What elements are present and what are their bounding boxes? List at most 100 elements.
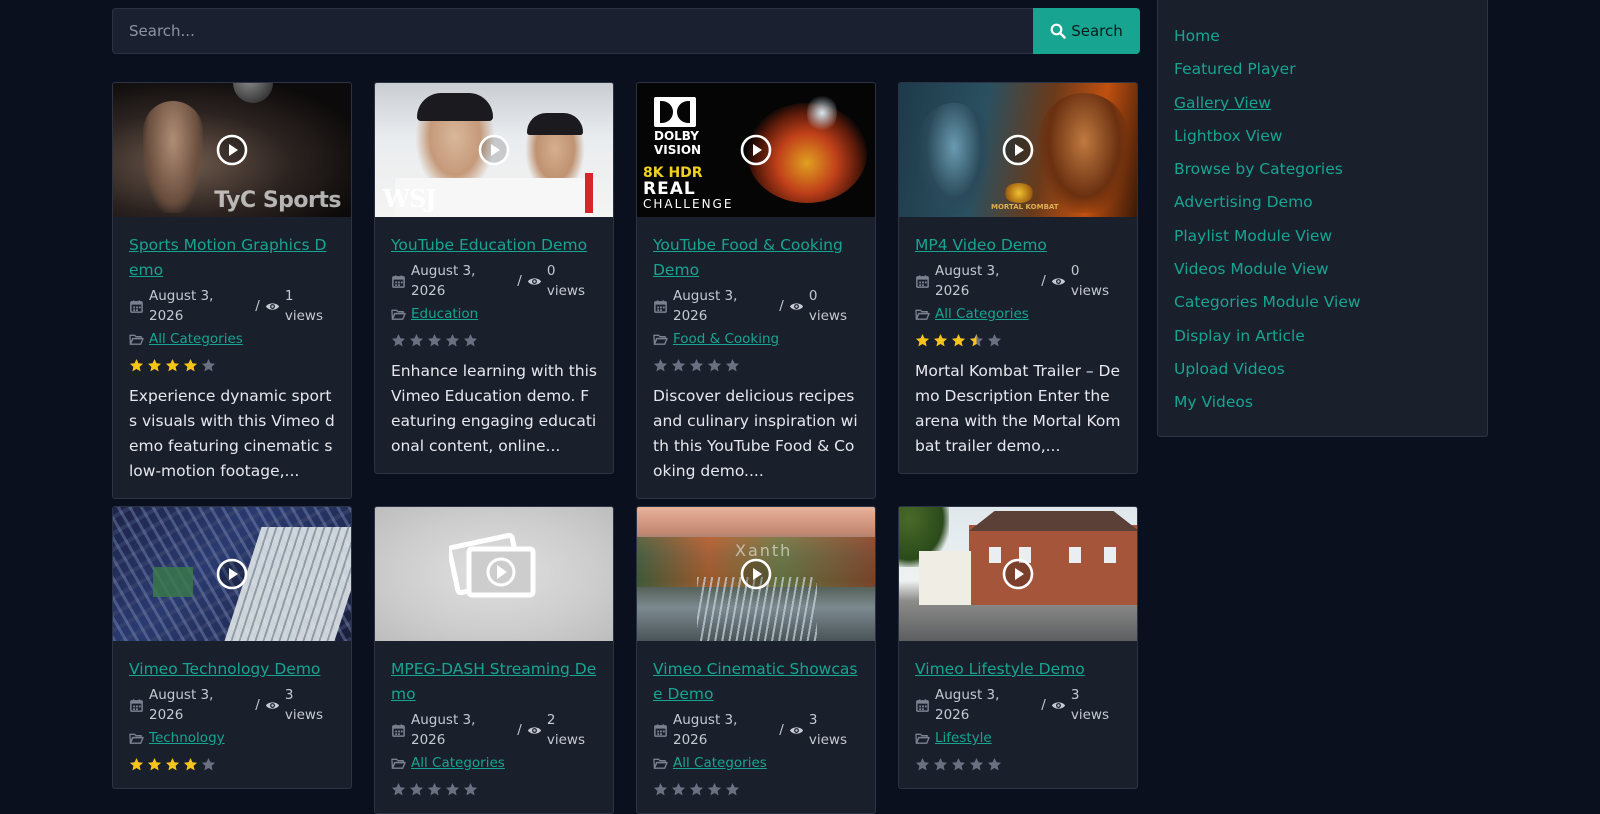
star-icon[interactable] [165,358,180,373]
video-title-link[interactable]: YouTube Education Demo [391,233,597,258]
star-rating[interactable] [391,330,597,350]
star-icon[interactable] [653,358,668,373]
star-icon[interactable] [147,358,162,373]
star-icon[interactable] [689,358,704,373]
video-thumbnail[interactable]: Xanth [637,507,875,641]
star-icon[interactable] [445,782,460,797]
sidebar-item-advertising-demo[interactable]: Advertising Demo [1174,193,1313,211]
star-icon[interactable] [707,782,722,797]
eye-icon [527,726,541,734]
star-icon[interactable] [427,782,442,797]
sidebar-item-upload-videos[interactable]: Upload Videos [1174,360,1285,378]
star-icon[interactable] [951,757,966,772]
video-title-link[interactable]: Vimeo Cinematic Showcase Demo [653,657,859,707]
star-icon[interactable] [689,782,704,797]
eye-icon [1051,277,1065,285]
star-icon[interactable] [183,358,198,373]
star-icon[interactable] [671,782,686,797]
video-date: August 3, 2026 [149,288,214,324]
star-icon[interactable] [951,333,966,348]
star-icon[interactable] [165,757,180,772]
sidebar-item-browse-by-categories[interactable]: Browse by Categories [1174,160,1343,178]
star-rating[interactable] [391,779,597,799]
sidebar-item-categories-module-view[interactable]: Categories Module View [1174,293,1361,311]
star-icon[interactable] [969,333,984,348]
video-category-link[interactable]: Technology [149,728,225,748]
star-icon[interactable] [463,782,478,797]
star-icon[interactable] [391,782,406,797]
star-icon[interactable] [725,782,740,797]
sidebar-item-featured-player[interactable]: Featured Player [1174,60,1296,78]
sidebar-item-display-in-article[interactable]: Display in Article [1174,327,1305,345]
star-icon[interactable] [987,333,1002,348]
meta-separator: / [517,273,522,289]
sidebar-item-my-videos[interactable]: My Videos [1174,393,1253,411]
star-icon[interactable] [391,333,406,348]
search-input[interactable] [112,8,1033,54]
video-thumbnail[interactable] [899,507,1137,641]
star-icon[interactable] [725,358,740,373]
star-icon[interactable] [129,358,144,373]
star-icon[interactable] [129,757,144,772]
star-icon[interactable] [409,333,424,348]
star-icon[interactable] [427,333,442,348]
search-button[interactable]: Search [1033,8,1140,54]
star-icon[interactable] [933,757,948,772]
video-category-link[interactable]: All Categories [673,753,767,773]
star-icon[interactable] [915,333,930,348]
video-meta: August 3, 2026 / 3 views [653,710,859,750]
eye-icon [1051,701,1065,709]
star-rating[interactable] [653,779,859,799]
star-icon[interactable] [409,782,424,797]
video-thumbnail[interactable]: DOLBY VISION 8K HDR REAL CHALLENGE [637,83,875,217]
video-category-link[interactable]: All Categories [935,304,1029,324]
calendar-icon [392,274,405,288]
star-icon[interactable] [987,757,1002,772]
video-category-link[interactable]: Education [411,304,478,324]
star-rating[interactable] [129,355,335,375]
video-title-link[interactable]: Sports Motion Graphics Demo [129,233,335,283]
sidebar-item-home[interactable]: Home [1174,27,1220,45]
star-icon[interactable] [201,358,216,373]
star-rating[interactable] [653,355,859,375]
video-category-link[interactable]: Lifestyle [935,728,992,748]
sidebar-item-playlist-module-view[interactable]: Playlist Module View [1174,227,1332,245]
star-icon[interactable] [201,757,216,772]
star-icon[interactable] [183,757,198,772]
video-category-link[interactable]: All Categories [411,753,505,773]
star-icon[interactable] [933,333,948,348]
star-icon[interactable] [445,333,460,348]
sidebar-item-gallery-view[interactable]: Gallery View [1174,94,1271,112]
video-thumbnail[interactable]: MORTAL KOMBAT [899,83,1137,217]
eye-icon [789,726,803,734]
video-title-link[interactable]: Vimeo Lifestyle Demo [915,657,1121,682]
video-thumbnail[interactable]: TyC Sports [113,83,351,217]
video-title-link[interactable]: MP4 Video Demo [915,233,1121,258]
video-title-link[interactable]: Vimeo Technology Demo [129,657,335,682]
star-rating[interactable] [915,754,1121,774]
folder-icon [129,334,144,345]
video-title-link[interactable]: MPEG-DASH Streaming Demo [391,657,597,707]
video-title-link[interactable]: YouTube Food & Cooking Demo [653,233,859,283]
star-icon[interactable] [147,757,162,772]
video-category-link[interactable]: Food & Cooking [673,329,779,349]
star-icon[interactable] [671,358,686,373]
video-thumbnail[interactable] [375,507,613,641]
video-meta: August 3, 2026 / 3 views [129,685,335,725]
star-icon[interactable] [653,782,668,797]
star-icon[interactable] [969,757,984,772]
star-icon[interactable] [915,757,930,772]
video-category-row: All Categories [129,329,335,349]
video-thumbnail[interactable]: WSJ [375,83,613,217]
star-rating[interactable] [915,330,1121,350]
star-icon[interactable] [463,333,478,348]
video-thumbnail[interactable] [113,507,351,641]
star-rating[interactable] [129,754,335,774]
sidebar-item-videos-module-view[interactable]: Videos Module View [1174,260,1329,278]
eye-icon [789,302,803,310]
video-category-link[interactable]: All Categories [149,329,243,349]
star-icon[interactable] [707,358,722,373]
video-date: August 3, 2026 [935,687,1000,723]
folder-icon [915,309,930,320]
sidebar-item-lightbox-view[interactable]: Lightbox View [1174,127,1282,145]
